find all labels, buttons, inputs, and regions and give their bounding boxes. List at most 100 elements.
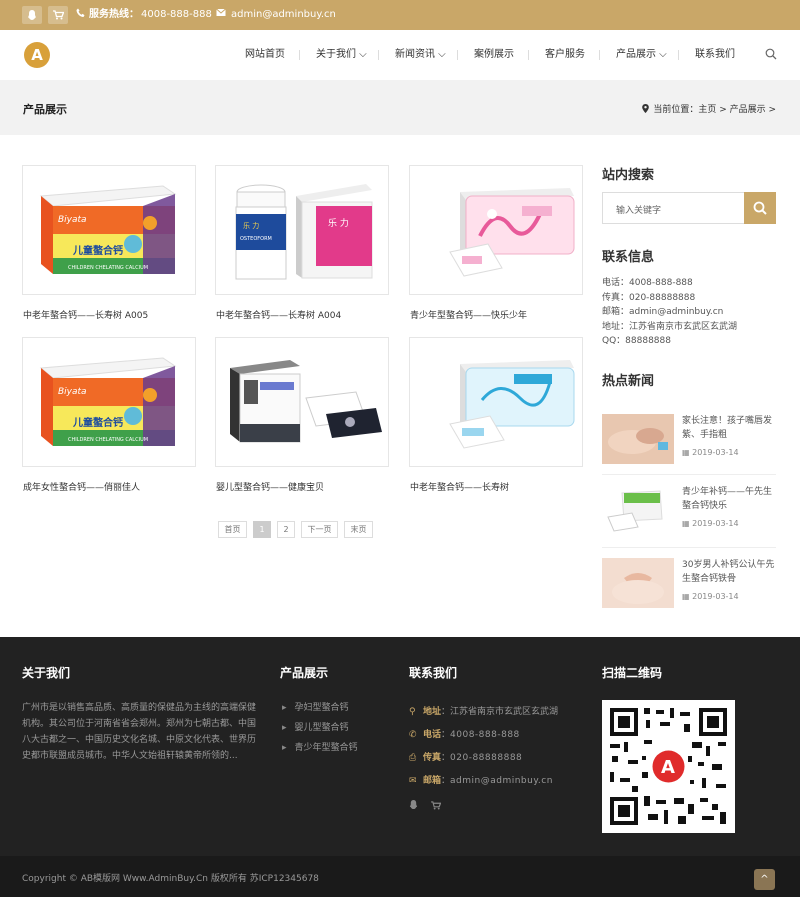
nav-about[interactable]: 关于我们 ⌵ — [316, 48, 367, 62]
footer-email: ✉ 邮箱：admin@adminbuy.cn — [409, 776, 553, 786]
footer-fax: ⎙ 传真：020-88888888 — [409, 753, 523, 763]
footer-category-label: 孕妇型螯合钙 — [294, 703, 349, 713]
fax-value: 020-88888888 — [450, 753, 523, 763]
nav-divider — [457, 50, 458, 60]
phone-value: 4008-888-888 — [450, 730, 520, 740]
location-icon: ⚲ — [409, 707, 416, 717]
qr-code-image: A — [602, 700, 735, 833]
cart-icon[interactable] — [48, 6, 68, 24]
copyright: Copyright © AB模版网 Www.AdminBuy.Cn 版权所有 苏… — [22, 874, 319, 884]
email-label: 邮箱 — [423, 776, 442, 786]
svg-text:OSTEOFORM: OSTEOFORM — [240, 236, 272, 242]
page-title-band: 产品展示 当前位置：主页 > 产品展示 > — [0, 80, 800, 135]
product-title[interactable]: 成年女性螯合钙——俏丽佳人 — [23, 482, 140, 494]
qq-icon[interactable] — [22, 6, 42, 24]
contact-qq: QQ：88888888 — [602, 336, 671, 346]
sidebar-contact-title: 联系信息 — [602, 250, 655, 265]
svg-text:乐 力: 乐 力 — [243, 221, 259, 230]
product-image[interactable]: 儿童螯合钙 Biyata CHILDREN CHELATING CALCIUM — [22, 337, 196, 467]
email-value[interactable]: admin@adminbuy.cn — [450, 776, 553, 786]
fax-label: 传真 — [423, 753, 442, 763]
hotline-number: 4008-888-888 — [141, 9, 212, 20]
nav-divider — [678, 50, 679, 60]
calendar-icon: ▦ — [682, 519, 693, 528]
nav-service[interactable]: 客户服务 — [545, 48, 585, 62]
product-image[interactable] — [409, 337, 583, 467]
calcium-bottle-image: 乐 力 乐 力 OSTEOFORM — [235, 184, 373, 280]
svg-text:A: A — [661, 757, 675, 778]
footer-category-link[interactable]: ▸ 婴儿型螯合钙 — [282, 720, 349, 733]
svg-text:Biyata: Biyata — [58, 215, 87, 225]
pagination-page-2[interactable]: 2 — [277, 521, 295, 538]
news-title[interactable]: 30岁男人补钙公认午先生螯合钙铁骨 — [682, 558, 778, 586]
product-image[interactable] — [215, 337, 389, 467]
pagination-last[interactable]: 末页 — [344, 521, 373, 538]
product-title[interactable]: 青少年型螯合钙——快乐少年 — [410, 310, 527, 322]
svg-text:Biyata: Biyata — [58, 387, 87, 397]
news-thumbnail[interactable] — [602, 414, 674, 464]
contact-address: 地址：江苏省南京市玄武区玄武湖 — [602, 322, 738, 332]
nav-news[interactable]: 新闻资讯 ⌵ — [395, 48, 446, 62]
address-label: 地址 — [423, 707, 442, 717]
news-title[interactable]: 青少年补钙——午先生螯合钙快乐 — [682, 485, 778, 513]
nav-contact[interactable]: 联系我们 — [695, 48, 735, 62]
svg-text:儿童螯合钙: 儿童螯合钙 — [72, 416, 123, 429]
news-title[interactable]: 家长注意！孩子嘴唇发紫、手指粗 — [682, 414, 778, 442]
nav-divider — [528, 50, 529, 60]
calendar-icon: ▦ — [682, 448, 693, 457]
phone-icon — [76, 8, 85, 23]
product-image[interactable]: 乐 力 乐 力 OSTEOFORM — [215, 165, 389, 295]
footer-about-title: 关于我们 — [22, 666, 71, 680]
nav-divider — [599, 50, 600, 60]
mail-icon: ✉ — [409, 776, 417, 786]
product-photo — [602, 485, 674, 535]
belly-photo — [602, 558, 674, 608]
search-button[interactable] — [744, 192, 776, 224]
product-image[interactable] — [409, 165, 583, 295]
contact-email[interactable]: 邮箱：admin@adminbuy.cn — [602, 306, 723, 318]
back-to-top-button[interactable]: ^ — [754, 869, 775, 890]
product-image[interactable]: 儿童螯合钙 Biyata CHILDREN CHELATING CALCIUM — [22, 165, 196, 295]
search-icon[interactable] — [765, 48, 777, 63]
phone-label: 电话 — [423, 730, 442, 740]
search-input[interactable]: 输入关键字 — [602, 192, 744, 224]
product-title[interactable]: 中老年螯合钙——长寿树 — [410, 482, 509, 494]
news-date: ▦ 2019-03-14 — [682, 592, 739, 601]
cart-icon[interactable] — [430, 801, 442, 813]
calcium-box-image: 儿童螯合钙 Biyata CHILDREN CHELATING CALCIUM — [39, 185, 177, 274]
chevron-right-icon: ▸ — [282, 743, 287, 753]
news-thumbnail[interactable] — [602, 485, 674, 535]
nav-cases[interactable]: 案例展示 — [474, 48, 514, 62]
footer-category-label: 婴儿型螯合钙 — [294, 723, 349, 733]
footer-qr-title: 扫描二维码 — [602, 666, 663, 680]
pagination-first[interactable]: 首页 — [218, 521, 247, 538]
footer-address: ⚲ 地址：江苏省南京市玄武区玄武湖 — [409, 707, 559, 717]
news-thumbnail[interactable] — [602, 558, 674, 608]
nav-divider — [299, 50, 300, 60]
news-date-text: 2019-03-14 — [692, 519, 739, 528]
footer-social-icons — [409, 800, 442, 813]
phone-icon: ✆ — [409, 730, 417, 740]
footer-category-link[interactable]: ▸ 孕妇型螯合钙 — [282, 700, 349, 713]
breadcrumb-text[interactable]: 当前位置：主页 > 产品展示 > — [653, 105, 776, 115]
news-divider — [602, 547, 776, 548]
logo-letter: A — [31, 46, 43, 64]
topbar-email[interactable]: admin@adminbuy.cn — [231, 8, 336, 22]
nav-home[interactable]: 网站首页 — [245, 48, 285, 62]
qq-icon[interactable] — [409, 800, 421, 813]
product-title[interactable]: 中老年螯合钙——长寿树 A004 — [216, 310, 341, 322]
nav-products[interactable]: 产品展示 ⌵ — [616, 48, 667, 62]
pagination-next[interactable]: 下一页 — [301, 521, 338, 538]
product-title[interactable]: 婴儿型螯合钙——健康宝贝 — [216, 482, 324, 494]
pagination-page-1[interactable]: 1 — [253, 521, 271, 538]
svg-text:儿童螯合钙: 儿童螯合钙 — [72, 244, 123, 257]
footer-category-link[interactable]: ▸ 青少年型螯合钙 — [282, 740, 358, 753]
printer-icon: ⎙ — [409, 753, 417, 763]
mail-icon — [216, 8, 226, 22]
product-title[interactable]: 中老年螯合钙——长寿树 A005 — [23, 310, 148, 322]
location-icon — [642, 104, 650, 113]
hotline-label: 服务热线： — [89, 9, 139, 20]
footer-contact-title: 联系我们 — [409, 666, 458, 680]
search-icon — [753, 201, 767, 215]
site-logo[interactable]: A — [24, 42, 50, 68]
